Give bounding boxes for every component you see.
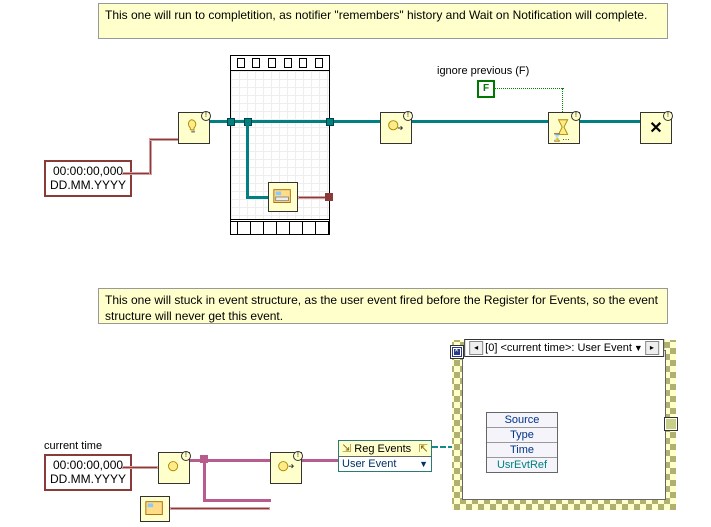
lightbulb-exclaim-icon — [183, 117, 205, 139]
timestamp-time: 00:00:00,000 — [50, 458, 126, 472]
event-data-type: Type — [487, 428, 557, 443]
generate-user-event-node[interactable]: ! — [270, 452, 302, 484]
label-current-time: current time — [44, 440, 102, 452]
wire — [203, 499, 271, 502]
prev-case-button[interactable]: ◂ — [469, 341, 483, 355]
timestamp-constant-bottom[interactable]: 00:00:00,000 DD.MM.YYYY — [44, 454, 132, 491]
event-case-selector[interactable]: ◂ [0] <current time>: User Event ▼ ▸ — [464, 339, 664, 357]
wire — [122, 466, 158, 469]
next-case-button[interactable]: ▸ — [645, 341, 659, 355]
lightbulb-arrow-icon — [385, 117, 407, 139]
lightbulb-exclaim-icon — [163, 457, 185, 479]
panel-icon — [272, 186, 294, 208]
wire-notifier-ref — [210, 120, 672, 123]
register-for-events-node[interactable]: ⇲ Reg Events ⇱ User Event ▼ — [338, 440, 432, 472]
subvi-panel-bottom[interactable] — [140, 496, 170, 522]
comment-top: This one will run to completition, as no… — [98, 3, 668, 39]
event-structure[interactable]: ✕ ◂ [0] <current time>: User Event ▼ ▸ S… — [452, 340, 676, 510]
event-case-label: [0] <current time>: User Event — [485, 342, 632, 354]
obtain-notifier-node[interactable]: ! — [178, 112, 210, 144]
subvi-panel[interactable] — [268, 182, 298, 212]
wire — [302, 459, 340, 462]
reg-events-row: User Event — [342, 458, 396, 470]
send-notification-node[interactable]: ! — [380, 112, 412, 144]
panel-icon — [144, 498, 166, 520]
tunnel — [326, 118, 334, 126]
wire — [149, 138, 152, 175]
lightbulb-arrow-icon — [275, 457, 297, 479]
tunnel-brown — [325, 193, 333, 201]
wait-on-notification-node[interactable]: ! ⌛… — [548, 112, 580, 144]
terminal-label-ignore-previous: ignore previous (F) — [437, 65, 529, 77]
timestamp-date: DD.MM.YYYY — [50, 472, 126, 486]
timestamp-date: DD.MM.YYYY — [50, 178, 126, 192]
boolean-false-constant[interactable]: F — [477, 80, 495, 98]
wire — [149, 138, 179, 141]
timestamp-constant-top[interactable]: 00:00:00,000 DD.MM.YYYY — [44, 160, 132, 197]
wire-bool — [494, 88, 564, 89]
event-data-usrevtref: UsrEvtRef — [487, 458, 557, 472]
wire — [122, 172, 152, 175]
tunnel — [227, 118, 235, 126]
wire — [203, 459, 206, 501]
event-data-source: Source — [487, 413, 557, 428]
event-data-time: Time — [487, 443, 557, 458]
wire — [298, 196, 328, 199]
wire — [246, 120, 249, 198]
wire — [170, 507, 270, 510]
wire — [246, 196, 269, 199]
release-notifier-node[interactable]: ✕ ! — [640, 112, 672, 144]
reg-events-title: Reg Events — [354, 443, 411, 455]
create-user-event-node[interactable]: ! — [158, 452, 190, 484]
event-data-node[interactable]: Source Type Time UsrEvtRef — [486, 412, 558, 473]
comment-bottom: This one will stuck in event structure, … — [98, 288, 668, 324]
timestamp-time: 00:00:00,000 — [50, 164, 126, 178]
